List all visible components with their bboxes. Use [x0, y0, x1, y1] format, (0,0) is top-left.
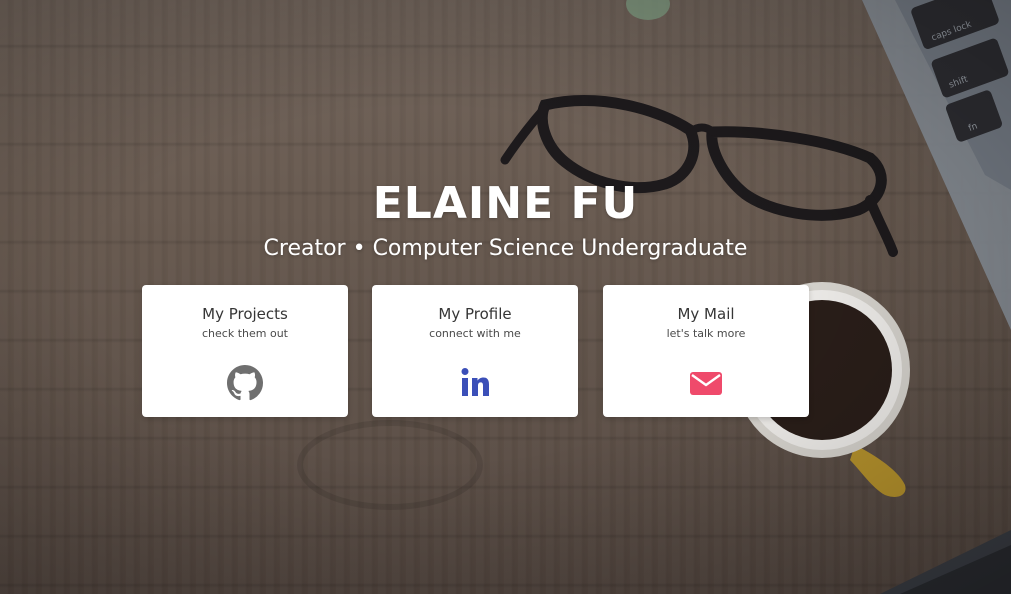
profile-card[interactable]: My Profile connect with me	[372, 285, 578, 417]
wood-knot	[297, 420, 483, 510]
hero-tagline: Creator • Computer Science Undergraduate	[263, 236, 748, 261]
card-title: My Profile	[438, 305, 512, 323]
card-subtitle: check them out	[202, 327, 288, 340]
hero: ELAINE FU Creator • Computer Science Und…	[0, 176, 1011, 264]
hero-name: ELAINE FU	[372, 178, 639, 229]
plant-pot	[626, 0, 670, 20]
github-icon	[227, 365, 263, 401]
page-background: caps lock shift fn ELAINE FU Creator • C…	[0, 0, 1011, 594]
mail-card[interactable]: My Mail let's talk more	[603, 285, 809, 417]
card-subtitle: connect with me	[429, 327, 521, 340]
envelope-icon	[688, 365, 724, 401]
card-subtitle: let's talk more	[666, 327, 746, 340]
projects-card[interactable]: My Projects check them out	[142, 285, 348, 417]
card-title: My Mail	[677, 305, 735, 323]
laptop: caps lock shift fn	[862, 0, 1011, 330]
linkedin-icon	[457, 365, 493, 401]
card-title: My Projects	[202, 305, 288, 323]
